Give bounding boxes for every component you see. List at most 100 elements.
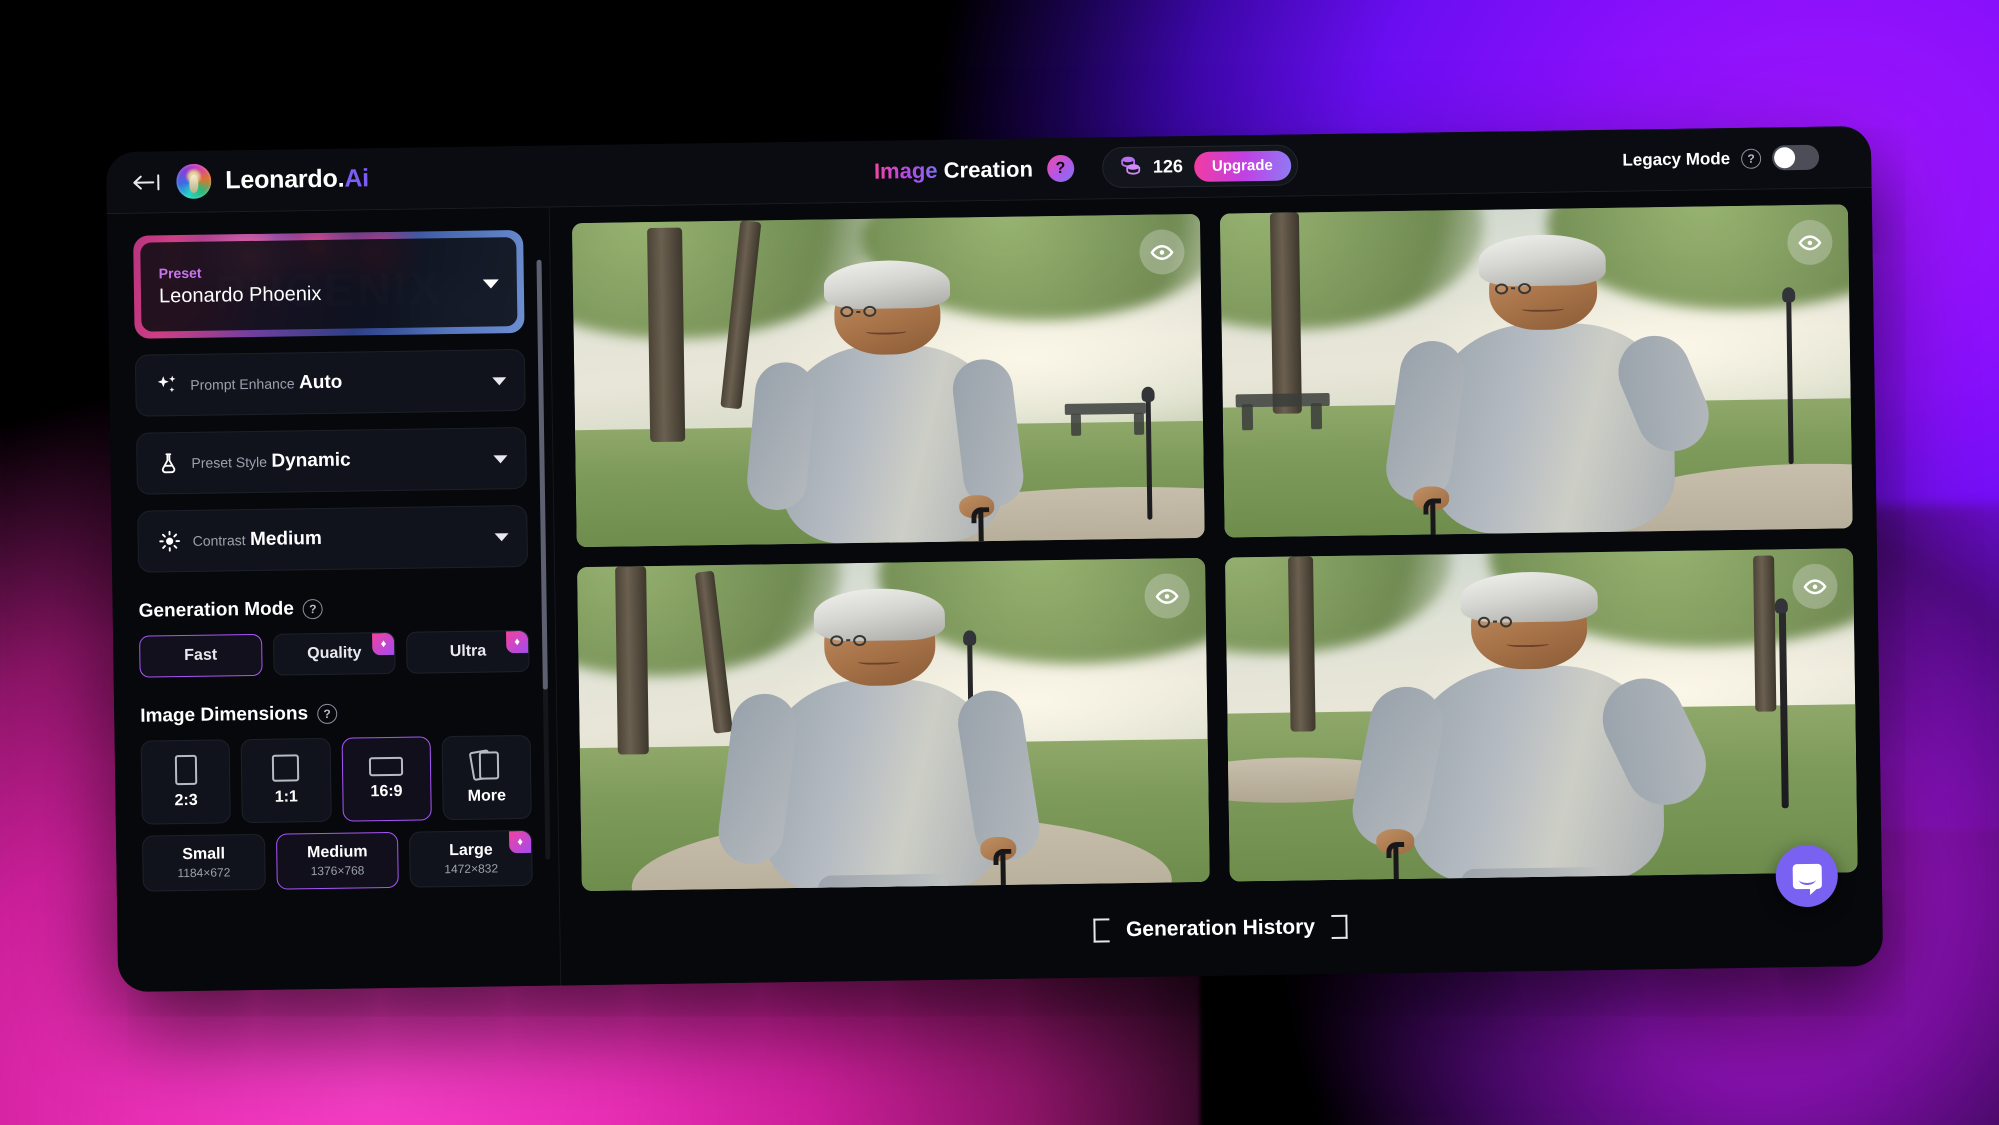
result-image-1[interactable] (571, 213, 1205, 548)
avatar[interactable] (176, 163, 212, 200)
premium-diamond-icon: ♦ (372, 632, 395, 656)
generated-image-3 (577, 557, 1210, 892)
preset-inner: Preset Leonardo Phoenix (140, 237, 518, 332)
results-grid (571, 204, 1858, 892)
generation-mode-ultra-label: Ultra (449, 642, 487, 661)
results-canvas: Generation History (549, 187, 1884, 986)
credits-pill[interactable]: 126 Upgrade (1101, 144, 1299, 189)
chat-bubble-icon (1792, 863, 1822, 889)
page-title-help-icon[interactable]: ? (1046, 154, 1075, 183)
square-rect-icon (272, 754, 300, 782)
portrait-rect-icon (174, 754, 197, 785)
legacy-mode-toggle[interactable] (1771, 144, 1820, 171)
page-title-word-1: Image (873, 157, 938, 184)
aspect-ratio-16-9-label: 16:9 (370, 782, 403, 801)
stacked-rects-icon (469, 748, 503, 781)
generation-mode-header: Generation Mode ? (139, 595, 529, 623)
credits-count: 126 (1152, 156, 1184, 177)
brand-zone: Leonardo.Ai (106, 146, 550, 214)
sidebar-scrollbar-thumb[interactable] (536, 259, 548, 690)
bracket-right-icon (1330, 914, 1348, 940)
image-dimensions-header: Image Dimensions ? (140, 700, 530, 728)
contrast-value: Medium (249, 528, 322, 551)
image-dimensions-help-icon[interactable]: ? (316, 703, 338, 725)
generated-image-1 (571, 213, 1205, 548)
preset-selector[interactable]: PHOENIX Preset Leonardo Phoenix (133, 229, 525, 339)
generation-mode-quality[interactable]: Quality ♦ (272, 631, 396, 676)
size-medium[interactable]: Medium 1376×768 (275, 831, 400, 890)
result-image-4[interactable] (1225, 548, 1858, 882)
result-image-2[interactable] (1219, 204, 1853, 538)
sun-icon (154, 529, 184, 553)
generation-mode-fast[interactable]: Fast (139, 633, 263, 678)
brand-name: Leonardo. (225, 164, 345, 195)
result-image-3[interactable] (577, 557, 1210, 892)
prompt-enhance-text: Prompt Enhance Auto (190, 371, 342, 397)
page-title-zone: Image Creation ? 126 Upgrade (549, 140, 1623, 197)
app-window: Leonardo.Ai Image Creation ? 126 Upgrade (105, 125, 1884, 993)
toggle-knob (1773, 147, 1796, 169)
preset-style-text: Preset Style Dynamic (191, 449, 350, 475)
generation-mode-options: Fast Quality ♦ Ultra ♦ (139, 629, 530, 678)
aspect-ratio-more[interactable]: More (441, 734, 532, 821)
generation-mode-title: Generation Mode (138, 598, 295, 622)
generation-history-button[interactable]: Generation History (1074, 914, 1367, 943)
aspect-ratio-2-3-label: 2:3 (174, 791, 198, 809)
aspect-ratio-options: 2:3 1:1 16:9 More (140, 734, 532, 825)
prompt-enhance-value: Auto (298, 371, 343, 394)
size-medium-label: Medium (306, 843, 368, 862)
chevron-down-icon[interactable] (492, 377, 507, 386)
generated-image-4 (1225, 548, 1858, 882)
legacy-mode-help-icon[interactable]: ? (1740, 148, 1762, 169)
preset-style-value: Dynamic (271, 449, 351, 472)
aspect-ratio-2-3[interactable]: 2:3 (140, 739, 232, 825)
preset-style-dropdown[interactable]: Preset Style Dynamic (136, 426, 527, 495)
body: PHOENIX Preset Leonardo Phoenix (106, 187, 1884, 993)
page-title: Image Creation (874, 156, 1033, 184)
contrast-dropdown[interactable]: Contrast Medium (137, 504, 529, 573)
brand-suffix: Ai (344, 164, 370, 193)
size-large-dims: 1472×832 (444, 861, 499, 877)
image-dimensions-title: Image Dimensions (140, 703, 309, 727)
upgrade-button[interactable]: Upgrade (1193, 150, 1291, 182)
preset-label: Preset (158, 264, 202, 282)
landscape-rect-icon (368, 756, 404, 777)
size-large[interactable]: Large 1472×832 ♦ (409, 829, 533, 888)
settings-sidebar: PHOENIX Preset Leonardo Phoenix (106, 207, 562, 993)
size-options: Small 1184×672 Medium 1376×768 Large 147… (142, 829, 533, 892)
chevron-down-icon[interactable] (482, 278, 499, 289)
chevron-down-icon[interactable] (493, 455, 508, 464)
legacy-mode-label: Legacy Mode (1622, 148, 1731, 170)
page-title-word-2: Creation (943, 155, 1034, 183)
premium-diamond-icon: ♦ (506, 630, 529, 654)
aspect-ratio-more-label: More (467, 786, 507, 805)
generated-image-2 (1219, 204, 1853, 538)
aspect-ratio-1-1-label: 1:1 (274, 788, 299, 806)
aspect-ratio-1-1[interactable]: 1:1 (240, 737, 332, 824)
legacy-mode-zone: Legacy Mode ? (1622, 144, 1871, 173)
results-footer: Generation History (582, 872, 1859, 985)
size-large-label: Large (449, 841, 493, 860)
preset-value: Leonardo Phoenix (158, 282, 322, 308)
token-coins-icon (1120, 155, 1142, 180)
flask-icon (153, 451, 183, 475)
generation-mode-quality-label: Quality (307, 644, 362, 663)
sparkle-icon (152, 373, 182, 397)
generation-mode-fast-label: Fast (184, 646, 218, 665)
chevron-down-icon[interactable] (494, 533, 509, 542)
generation-mode-help-icon[interactable]: ? (302, 598, 324, 620)
back-arrow-icon[interactable] (132, 173, 162, 191)
generation-history-label: Generation History (1125, 915, 1316, 942)
bracket-left-icon (1093, 918, 1111, 943)
size-small[interactable]: Small 1184×672 (142, 833, 266, 892)
prompt-enhance-label: Prompt Enhance (190, 375, 295, 394)
contrast-text: Contrast Medium (192, 527, 322, 553)
size-medium-dims: 1376×768 (310, 863, 365, 879)
brand-title: Leonardo.Ai (225, 164, 369, 195)
size-small-dims: 1184×672 (177, 865, 231, 881)
prompt-enhance-dropdown[interactable]: Prompt Enhance Auto (134, 348, 526, 417)
preset-style-label: Preset Style (191, 453, 268, 472)
generation-mode-ultra[interactable]: Ultra ♦ (406, 629, 530, 674)
aspect-ratio-16-9[interactable]: 16:9 (341, 736, 432, 822)
contrast-label: Contrast (192, 532, 246, 550)
